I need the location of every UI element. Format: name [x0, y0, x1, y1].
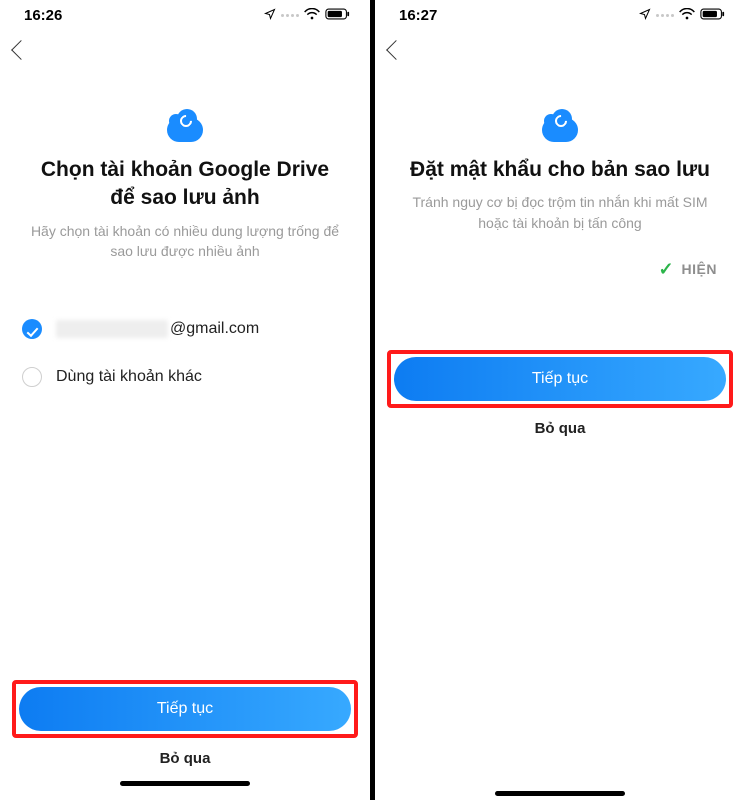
continue-button[interactable]: Tiếp tục	[394, 357, 726, 401]
cellular-dots-icon	[656, 14, 674, 17]
hero-icon-wrap	[375, 118, 745, 142]
bottom-actions: Tiếp tục Bỏ qua	[375, 350, 745, 447]
status-right-cluster	[264, 7, 350, 24]
home-indicator	[495, 791, 625, 796]
battery-icon	[700, 7, 725, 24]
location-icon	[639, 7, 651, 24]
wifi-icon	[304, 7, 320, 24]
phone-screen-right: 16:27 Đặt mật khẩu cho bản sao lưu Tránh	[375, 0, 745, 800]
status-right-cluster	[639, 7, 725, 24]
status-bar: 16:26	[0, 0, 370, 30]
account-list: @gmail.com Dùng tài khoản khác	[0, 305, 370, 401]
check-icon: ✓	[658, 259, 673, 280]
status-time: 16:26	[24, 7, 62, 24]
highlight-box: Tiếp tục	[12, 680, 358, 738]
visibility-toggle[interactable]: HIỆN	[682, 261, 717, 277]
back-row	[375, 30, 745, 70]
location-icon	[264, 7, 276, 24]
password-visibility-row: ✓ HIỆN	[375, 233, 745, 280]
status-time: 16:27	[399, 7, 437, 24]
page-title: Đặt mật khẩu cho bản sao lưu	[375, 156, 745, 184]
dual-screenshot-container: 16:26 Chọn tài khoản Google Drive để sao…	[0, 0, 745, 800]
bottom-actions: Tiếp tục Bỏ qua	[0, 680, 370, 800]
skip-button[interactable]: Bỏ qua	[12, 750, 358, 767]
back-row	[0, 30, 370, 70]
radio-empty-icon	[22, 367, 42, 387]
account-email: @gmail.com	[56, 320, 348, 338]
cellular-dots-icon	[281, 14, 299, 17]
back-chevron-icon[interactable]	[11, 40, 31, 60]
page-title: Chọn tài khoản Google Drive để sao lưu ả…	[0, 156, 370, 213]
back-chevron-icon[interactable]	[386, 40, 406, 60]
skip-button[interactable]: Bỏ qua	[387, 420, 733, 437]
radio-checked-icon	[22, 319, 42, 339]
redacted-prefix	[56, 320, 168, 338]
highlight-box: Tiếp tục	[387, 350, 733, 408]
battery-icon	[325, 7, 350, 24]
home-indicator	[120, 781, 250, 786]
cloud-backup-icon	[167, 118, 203, 142]
cloud-backup-icon	[542, 118, 578, 142]
spacer	[375, 777, 745, 800]
continue-button[interactable]: Tiếp tục	[19, 687, 351, 731]
wifi-icon	[679, 7, 695, 24]
account-option-selected[interactable]: @gmail.com	[22, 305, 348, 353]
hero-icon-wrap	[0, 118, 370, 142]
account-other-label: Dùng tài khoản khác	[56, 368, 348, 386]
page-subtitle: Tránh nguy cơ bị đọc trộm tin nhắn khi m…	[375, 184, 745, 233]
account-option-other[interactable]: Dùng tài khoản khác	[22, 353, 348, 401]
phone-screen-left: 16:26 Chọn tài khoản Google Drive để sao…	[0, 0, 370, 800]
page-subtitle: Hãy chọn tài khoản có nhiều dung lượng t…	[0, 213, 370, 262]
status-bar: 16:27	[375, 0, 745, 30]
